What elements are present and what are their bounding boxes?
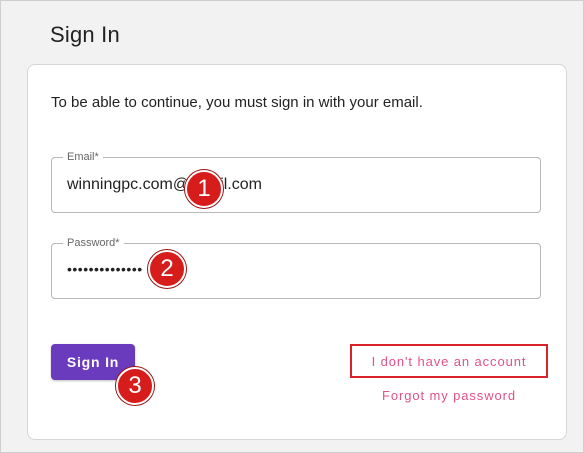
no-account-label[interactable]: I don't have an account <box>372 354 527 369</box>
password-field[interactable]: Password* •••••••••••••• <box>51 236 541 299</box>
intro-text: To be able to continue, you must sign in… <box>51 94 423 111</box>
email-value[interactable]: winningpc.com@gmail.com <box>67 176 262 194</box>
email-label: Email* <box>63 150 103 164</box>
page-title: Sign In <box>50 22 120 47</box>
password-value[interactable]: •••••••••••••• <box>67 261 143 277</box>
sign-in-card: To be able to continue, you must sign in… <box>27 64 567 440</box>
step-marker-3: 3 <box>116 367 154 405</box>
email-field[interactable]: Email* winningpc.com@gmail.com <box>51 150 541 213</box>
password-label: Password* <box>63 236 124 250</box>
step-marker-2: 2 <box>148 250 186 288</box>
step-marker-1: 1 <box>185 170 223 208</box>
no-account-link[interactable]: I don't have an account <box>350 344 548 378</box>
forgot-password-link[interactable]: Forgot my password <box>350 388 548 403</box>
